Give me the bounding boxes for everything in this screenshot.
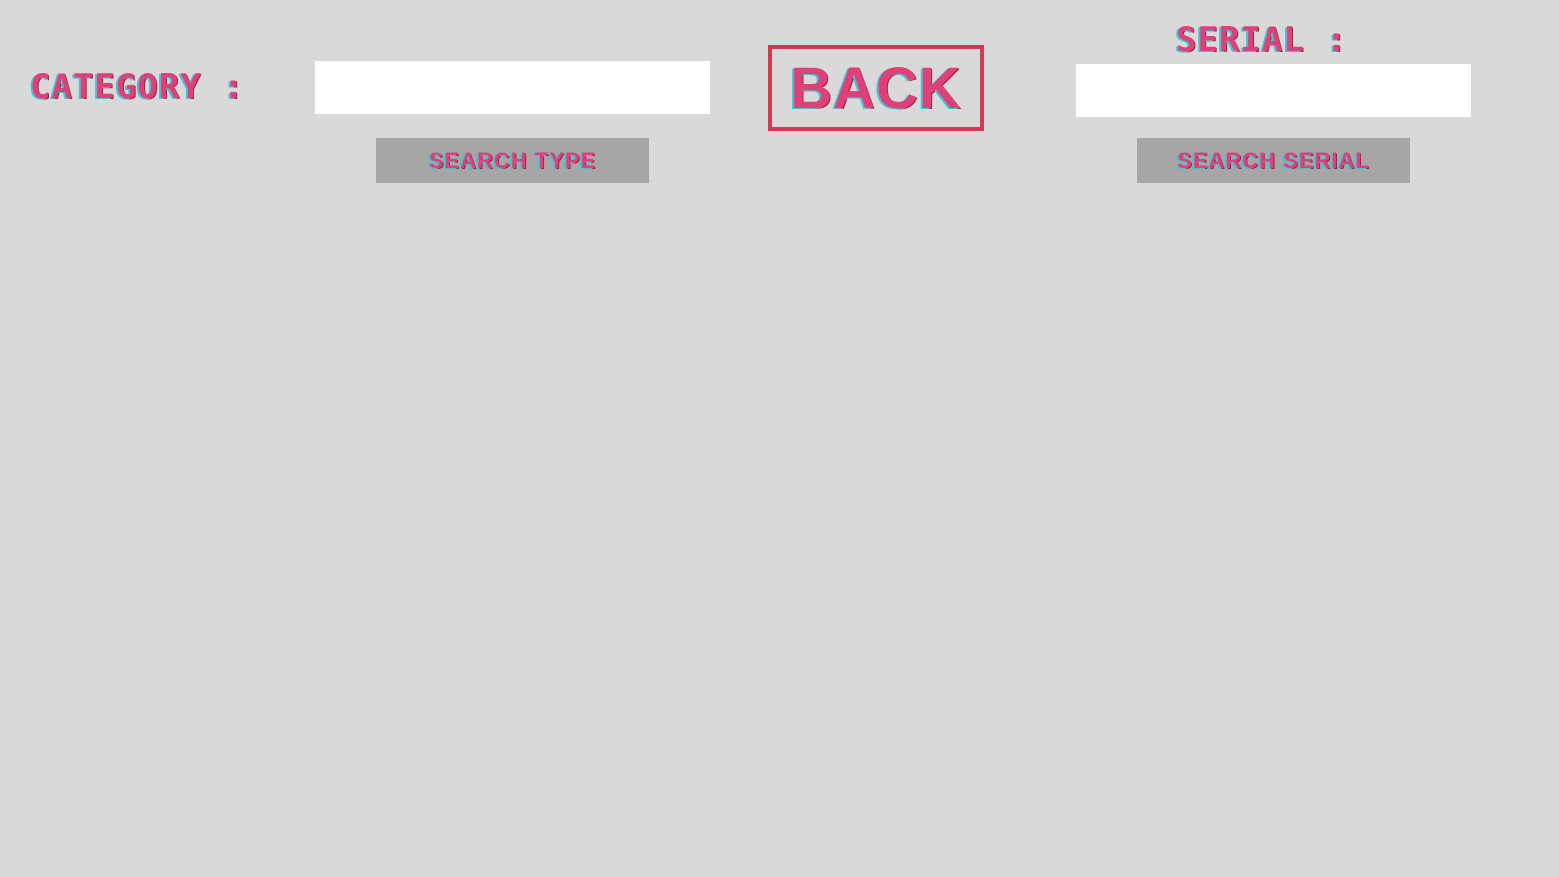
category-label: CATEGORY : — [30, 67, 245, 107]
category-input[interactable] — [315, 61, 710, 114]
search-serial-button[interactable]: SEARCH SERIAL — [1137, 138, 1410, 183]
serial-label: SERIAL : — [1176, 20, 1348, 60]
back-button[interactable]: BACK — [768, 45, 984, 131]
serial-input[interactable] — [1076, 64, 1471, 117]
search-type-button[interactable]: SEARCH TYPE — [376, 138, 649, 183]
